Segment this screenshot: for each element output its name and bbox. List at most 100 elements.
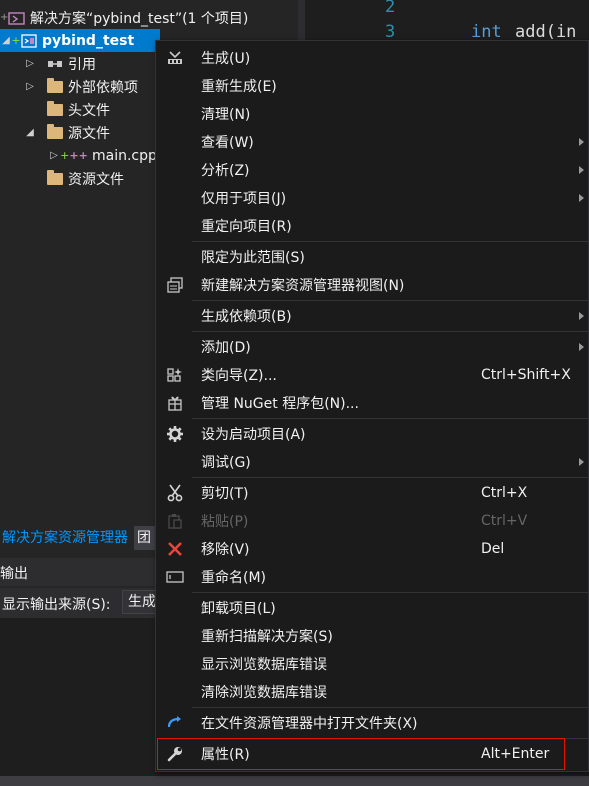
editor-splitter[interactable] <box>298 0 305 40</box>
folder-icon <box>46 77 64 95</box>
output-title: 输出 <box>0 566 28 582</box>
refresh-arrow-icon <box>162 711 188 735</box>
menu-item-remove[interactable]: 移除(V) Del <box>156 535 588 563</box>
tab-team-explorer[interactable]: 团 <box>134 526 156 550</box>
menu-label: 显示浏览数据库错误 <box>201 657 327 673</box>
code-text: add(in <box>515 22 577 40</box>
menu-separator <box>192 331 588 332</box>
context-menu: 生成(U) 重新生成(E) 清理(N) 查看(W) 分析(Z) 仅用于项目(J)… <box>155 40 589 772</box>
menu-label: 卸载项目(L) <box>201 601 276 617</box>
build-icon <box>162 46 188 70</box>
menu-separator <box>192 477 588 478</box>
tree-item-project[interactable]: ◢ + pybind_test <box>0 29 160 52</box>
menu-item-scope-to-this[interactable]: 限定为此范围(S) <box>156 243 588 271</box>
menu-label: 粘贴(P) <box>201 514 249 530</box>
clipboard-icon <box>162 509 188 533</box>
menu-item-show-db-errors[interactable]: 显示浏览数据库错误 <box>156 650 588 678</box>
line-number-3: 3 <box>385 22 396 40</box>
main-cpp-label: main.cpp <box>92 147 157 164</box>
menu-item-unload[interactable]: 卸载项目(L) <box>156 594 588 622</box>
submenu-arrow-icon <box>579 166 584 174</box>
new-view-icon <box>162 273 188 297</box>
menu-shortcut: Ctrl+V <box>481 513 528 529</box>
menu-item-view[interactable]: 查看(W) <box>156 128 588 156</box>
scissors-icon <box>162 481 188 505</box>
submenu-arrow-icon <box>579 458 584 466</box>
menu-separator <box>192 300 588 301</box>
menu-item-debug[interactable]: 调试(G) <box>156 448 588 476</box>
menu-label: 添加(D) <box>201 340 251 356</box>
menu-label: 在文件资源管理器中打开文件夹(X) <box>201 716 418 732</box>
line-number-2: 2 <box>385 0 396 17</box>
menu-shortcut: Ctrl+X <box>481 485 528 501</box>
menu-item-cut[interactable]: 剪切(T) Ctrl+X <box>156 479 588 507</box>
highlight-box <box>157 738 565 770</box>
menu-label: 生成依赖项(B) <box>201 309 292 325</box>
expanded-arrow-icon: ◢ <box>2 35 10 46</box>
menu-label: 调试(G) <box>201 455 251 471</box>
menu-label: 重新生成(E) <box>201 79 277 95</box>
horizontal-scrollbar[interactable] <box>0 776 589 786</box>
menu-shortcut: Del <box>481 541 505 557</box>
submenu-arrow-icon <box>579 312 584 320</box>
gear-icon <box>162 422 188 446</box>
menu-item-rescan[interactable]: 重新扫描解决方案(S) <box>156 622 588 650</box>
plus-icon: + <box>0 12 9 23</box>
menu-item-clear-db-errors[interactable]: 清除浏览数据库错误 <box>156 678 588 706</box>
submenu-arrow-icon <box>579 194 584 202</box>
resource-files-label: 资源文件 <box>68 171 124 188</box>
menu-item-build[interactable]: 生成(U) <box>156 44 588 72</box>
menu-label: 生成(U) <box>201 51 251 67</box>
menu-item-clean[interactable]: 清理(N) <box>156 100 588 128</box>
references-icon <box>46 56 64 72</box>
collapsed-arrow-icon: ▷ <box>50 150 58 161</box>
code-editor[interactable]: 2 3 int add(in <box>305 0 589 40</box>
menu-item-project-only[interactable]: 仅用于项目(J) <box>156 184 588 212</box>
menu-item-build-dependencies[interactable]: 生成依赖项(B) <box>156 302 588 330</box>
tree-item-solution[interactable]: + 解决方案“pybind_test”(1 个项目) <box>0 6 298 29</box>
menu-separator <box>192 418 588 419</box>
menu-item-rename[interactable]: 重命名(M) <box>156 563 588 591</box>
menu-item-analyze[interactable]: 分析(Z) <box>156 156 588 184</box>
menu-item-manage-nuget[interactable]: 管理 NuGet 程序包(N)... <box>156 389 588 417</box>
plus-icon: + <box>11 34 21 47</box>
menu-item-set-startup[interactable]: 设为启动项目(A) <box>156 420 588 448</box>
menu-label: 重命名(M) <box>201 570 267 586</box>
menu-item-paste[interactable]: 粘贴(P) Ctrl+V <box>156 507 588 535</box>
project-label: pybind_test <box>42 32 135 49</box>
submenu-arrow-icon <box>579 138 584 146</box>
menu-item-open-in-explorer[interactable]: 在文件资源管理器中打开文件夹(X) <box>156 709 588 737</box>
source-files-label: 源文件 <box>68 125 110 142</box>
tool-window-tabs: 解决方案资源管理器 团 <box>0 524 156 552</box>
collapsed-arrow-icon: ▷ <box>26 58 34 69</box>
menu-separator <box>192 241 588 242</box>
menu-item-add[interactable]: 添加(D) <box>156 333 588 361</box>
tab-solution-explorer[interactable]: 解决方案资源管理器 <box>0 524 130 552</box>
menu-item-new-explorer-view[interactable]: 新建解决方案资源管理器视图(N) <box>156 271 588 299</box>
menu-label: 清除浏览数据库错误 <box>201 685 327 701</box>
header-files-label: 头文件 <box>68 102 110 119</box>
menu-shortcut: Ctrl+Shift+X <box>481 367 571 383</box>
folder-icon <box>46 169 64 187</box>
menu-item-class-wizard[interactable]: 类向导(Z)... Ctrl+Shift+X <box>156 361 588 389</box>
menu-label: 类向导(Z)... <box>201 368 277 384</box>
menu-separator <box>192 707 588 708</box>
code-keyword: int <box>471 22 502 40</box>
folder-icon <box>46 100 64 118</box>
menu-item-retarget[interactable]: 重定向项目(R) <box>156 212 588 240</box>
solution-icon <box>8 10 26 26</box>
menu-label: 清理(N) <box>201 107 251 123</box>
folder-open-icon <box>46 123 64 141</box>
menu-separator <box>192 592 588 593</box>
nuget-package-icon <box>162 391 188 415</box>
output-source-label: 显示输出来源(S): <box>2 597 111 613</box>
menu-label: 限定为此范围(S) <box>201 250 305 266</box>
solution-label: 解决方案“pybind_test”(1 个项目) <box>30 10 249 27</box>
menu-label: 查看(W) <box>201 135 254 151</box>
submenu-arrow-icon <box>579 343 584 351</box>
rename-icon <box>162 565 188 589</box>
menu-label: 管理 NuGet 程序包(N)... <box>201 396 359 412</box>
menu-label: 分析(Z) <box>201 163 250 179</box>
close-icon <box>162 537 188 561</box>
menu-item-rebuild[interactable]: 重新生成(E) <box>156 72 588 100</box>
